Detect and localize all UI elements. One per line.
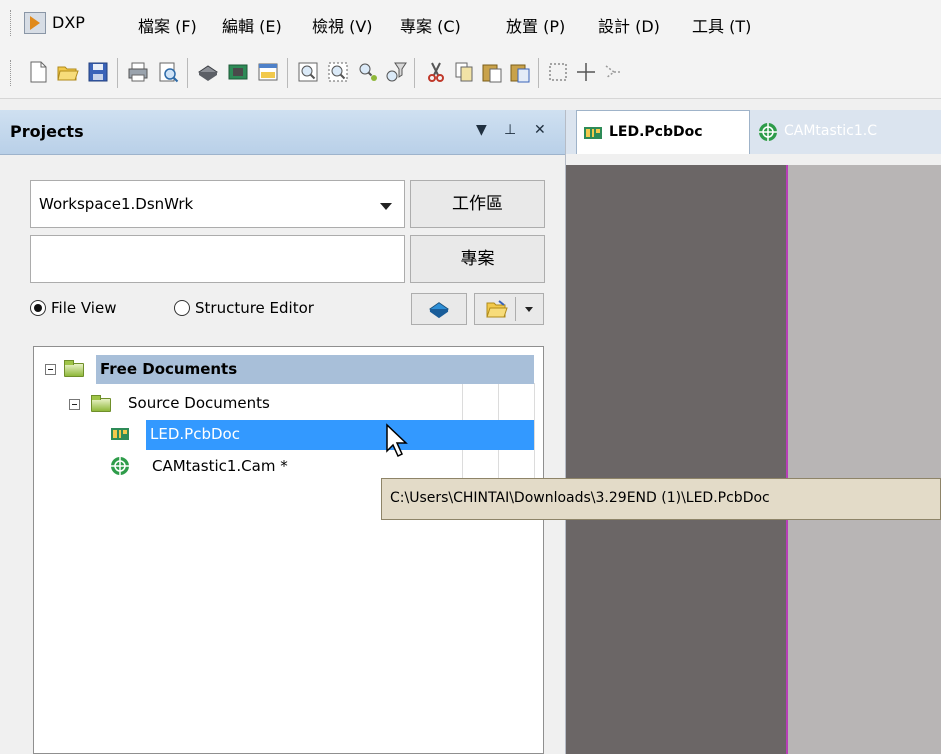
tab-camtastic[interactable]: CAMtastic1.C [754,110,941,154]
filter-icon[interactable] [384,60,408,84]
toolbar-separator [287,58,288,88]
print-preview-icon[interactable] [156,60,180,84]
panel-header: Projects ▼ ⊥ ✕ [0,110,565,155]
tab-label: CAMtastic1.C [784,123,878,139]
pcb-board-area[interactable] [788,165,941,754]
select-rect-icon[interactable] [546,60,570,84]
document-tab-bar: LED.PcbDoc CAMtastic1.C [566,110,941,155]
toolbar-separator [538,58,539,88]
panel-title: Projects [10,122,84,141]
menu-file[interactable]: 檔案 (F) [138,13,197,37]
toolbar-grip[interactable] [10,60,14,86]
tab-label: LED.PcbDoc [609,124,703,140]
collapse-icon[interactable] [45,364,56,375]
menu-design[interactable]: 設計 (D) [598,13,660,37]
copy-icon[interactable] [452,60,476,84]
tree-item-label: LED.PcbDoc [150,425,240,443]
pcb-document-icon [111,428,129,440]
standard-toolbar [0,48,941,99]
menu-tools[interactable]: 工具 (T) [692,13,751,37]
tree-row-root[interactable]: Free Documents [40,355,534,384]
deselect-icon[interactable] [602,60,626,84]
menu-view[interactable]: 檢視 (V) [312,13,373,37]
tree-group-label: Source Documents [128,394,270,412]
project-input[interactable] [30,235,405,283]
save-icon[interactable] [86,60,110,84]
paste-special-icon[interactable] [508,60,532,84]
toolbar-separator [187,58,188,88]
project-options-button[interactable] [474,293,544,325]
menu-project[interactable]: 專案 (C) [400,13,461,37]
cam-document-icon [759,123,777,141]
tree-row-item[interactable]: LED.PcbDoc [40,420,534,450]
collapse-icon[interactable] [69,399,80,410]
menu-bar: DXP 檔案 (F) 編輯 (E) 檢視 (V) 專案 (C) 放置 (P) 設… [0,0,941,48]
chevron-down-icon[interactable] [380,203,392,210]
zoom-selected-icon[interactable] [356,60,380,84]
zoom-fit-icon[interactable] [296,60,320,84]
file-view-label[interactable]: File View [51,299,116,317]
close-icon[interactable]: ✕ [534,122,546,138]
column-divider [534,383,535,483]
folder-icon [91,395,111,412]
cut-icon[interactable] [424,60,448,84]
open-folder-icon[interactable] [56,60,80,84]
board-icon[interactable] [226,60,250,84]
cam-document-icon [111,457,129,475]
compile-button[interactable] [411,293,467,325]
zoom-area-icon[interactable] [326,60,350,84]
split-divider [515,297,516,321]
folder-icon [64,360,84,377]
menubar-grip[interactable] [10,10,14,36]
pin-icon[interactable]: ⊥ [504,122,516,138]
workspace-combo-value: Workspace1.DsnWrk [39,195,194,213]
window-icon[interactable] [256,60,280,84]
mouse-cursor-icon [386,423,408,458]
tree-row-group[interactable]: Source Documents [40,389,534,419]
print-icon[interactable] [126,60,150,84]
chip-icon [429,302,449,319]
tooltip-text: C:\Users\CHINTAI\Downloads\3.29END (1)\L… [390,490,770,506]
toolbar-separator [117,58,118,88]
file-view-radio[interactable] [30,300,46,316]
menu-dxp[interactable]: DXP [52,13,85,32]
tree-root-label: Free Documents [100,360,238,378]
pcb-workspace-canvas[interactable] [566,165,786,754]
tree-item-label: CAMtastic1.Cam * [152,457,288,475]
file-path-tooltip: C:\Users\CHINTAI\Downloads\3.29END (1)\L… [381,478,941,520]
paste-icon[interactable] [480,60,504,84]
tab-led-pcbdoc[interactable]: LED.PcbDoc [576,110,750,154]
structure-editor-label[interactable]: Structure Editor [195,299,314,317]
move-icon[interactable] [574,60,598,84]
panel-menu-icon[interactable]: ▼ [476,122,487,138]
menu-place[interactable]: 放置 (P) [506,13,565,37]
toolbar-separator [414,58,415,88]
workspace-button[interactable]: 工作區 [410,180,545,228]
folder-open-icon [486,300,508,318]
new-document-icon[interactable] [26,60,50,84]
workspace-combo[interactable]: Workspace1.DsnWrk [30,180,405,228]
pcb-document-icon [584,127,602,139]
document-margin [566,154,941,165]
menu-edit[interactable]: 編輯 (E) [222,13,282,37]
dxp-logo-icon[interactable] [24,12,46,34]
chip-icon[interactable] [196,60,220,84]
structure-editor-radio[interactable] [174,300,190,316]
project-button[interactable]: 專案 [410,235,545,283]
chevron-down-icon[interactable] [525,307,533,312]
